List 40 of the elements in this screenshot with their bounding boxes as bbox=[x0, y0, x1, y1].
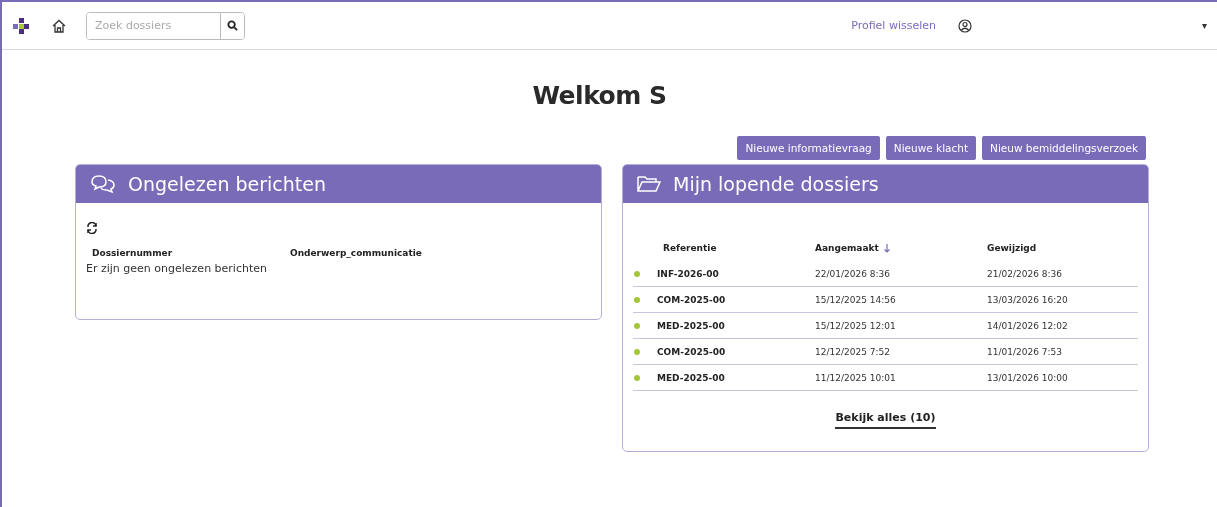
refresh-icon[interactable] bbox=[86, 222, 98, 234]
action-button[interactable]: Nieuwe informatievraag bbox=[737, 136, 880, 160]
table-cell-text: 14/01/2026 12:02 bbox=[987, 320, 1069, 331]
folder-icon bbox=[637, 175, 661, 193]
reference-cell[interactable]: MED-2025-00 bbox=[657, 372, 815, 383]
search-icon bbox=[227, 20, 238, 31]
table-cell-text: 11/12/2025 10:01 bbox=[815, 372, 897, 383]
action-button[interactable]: Nieuw bemiddelingsverzoek bbox=[982, 136, 1146, 160]
table-cell-text: 11/01/2026 7:53 bbox=[987, 346, 1063, 357]
column-header: Dossiernummer bbox=[92, 248, 174, 258]
reference-cell[interactable]: INF-2026-00 bbox=[657, 268, 815, 279]
search-field[interactable]: Zoek dossiers bbox=[86, 11, 245, 40]
column-header[interactable]: Referentie bbox=[657, 243, 815, 253]
welcome-title: Welkom S bbox=[531, 81, 668, 110]
reference-cell[interactable]: COM-2025-00 bbox=[657, 346, 815, 357]
table-cell-text: 13/03/2026 16:20 bbox=[987, 294, 1069, 305]
search-button[interactable] bbox=[220, 12, 244, 39]
profile-switch-link[interactable]: Profiel wisselen bbox=[851, 19, 936, 32]
home-icon[interactable] bbox=[52, 18, 66, 33]
card-title: Ongelezen berichten bbox=[128, 173, 326, 195]
sort-arrow-icon bbox=[883, 244, 890, 253]
table-cell-text: 21/02/2026 8:36 bbox=[987, 268, 1063, 279]
user-menu-caret[interactable]: ▾ bbox=[1202, 20, 1207, 31]
action-button[interactable]: Nieuwe klacht bbox=[885, 136, 977, 160]
column-header[interactable]: Aangemaakt bbox=[815, 243, 987, 253]
user-icon[interactable] bbox=[958, 18, 972, 33]
logo-icon[interactable] bbox=[12, 16, 30, 35]
table-cell-text: 13/01/2026 10:00 bbox=[987, 372, 1069, 383]
empty-message: Er zijn geen ongelezen berichten bbox=[86, 262, 268, 275]
table-cell-text: 12/12/2025 7:52 bbox=[815, 346, 891, 357]
column-header[interactable]: Gewijzigd bbox=[987, 243, 1138, 253]
card-title: Mijn lopende dossiers bbox=[673, 173, 879, 195]
table-cell-text: 22/01/2026 8:36 bbox=[815, 268, 891, 279]
chat-bubbles-icon bbox=[90, 174, 116, 194]
view-all-link[interactable]: Bekijk alles (10) bbox=[835, 411, 936, 429]
column-header: Onderwerp_communicatie bbox=[290, 248, 423, 258]
table-cell-text: 15/12/2025 12:01 bbox=[815, 320, 897, 331]
reference-cell[interactable]: COM-2025-00 bbox=[657, 294, 815, 305]
table-cell-text: 15/12/2025 14:56 bbox=[815, 294, 897, 305]
reference-cell[interactable]: MED-2025-00 bbox=[657, 320, 815, 331]
